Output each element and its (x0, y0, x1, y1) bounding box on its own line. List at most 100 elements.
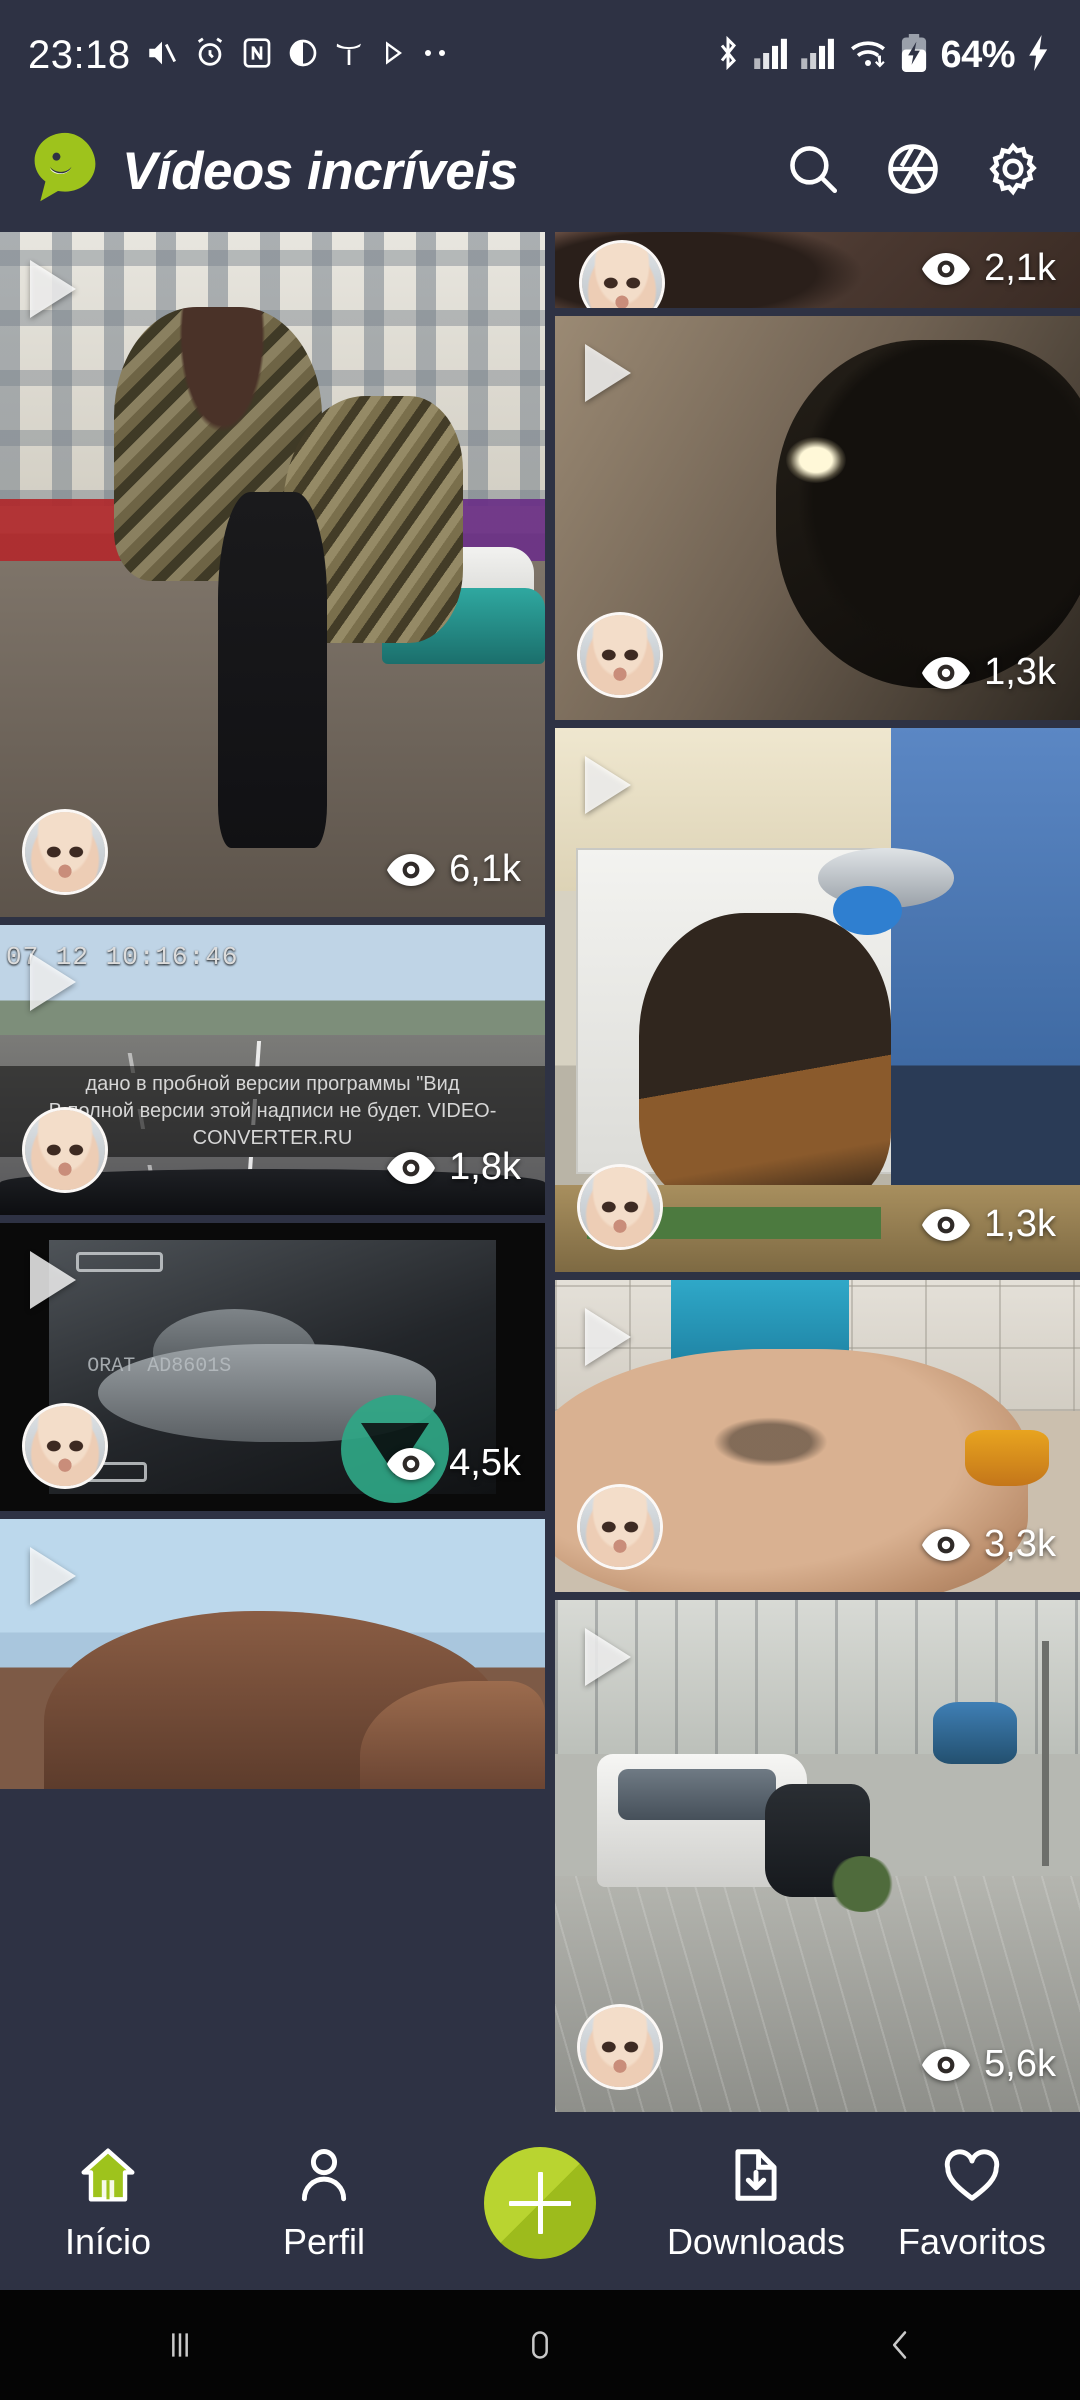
view-count: 1,8k (387, 1146, 521, 1189)
nfc-icon (241, 37, 273, 74)
video-card-dog-bowl[interactable]: 1,3k (555, 728, 1080, 1272)
avatar[interactable] (579, 240, 665, 308)
play-icon[interactable] (585, 756, 631, 814)
view-count-label: 6,1k (449, 848, 521, 890)
chat-bubble-smiley-logo (30, 131, 100, 212)
mute-icon (145, 36, 179, 75)
view-count: 1,3k (922, 651, 1056, 694)
view-count-label: 1,8k (449, 1146, 521, 1188)
page-title: Vídeos incríveis (122, 141, 518, 201)
plus-icon (509, 2172, 571, 2234)
play-icon[interactable] (30, 1547, 76, 1605)
folder-download-icon (725, 2144, 787, 2211)
feed-column-right: 2,1k 1,3k 1,3k 3,3k 5,6k (555, 232, 1080, 2116)
home-button-icon[interactable] (360, 2325, 720, 2365)
person-icon (293, 2144, 355, 2211)
back-icon[interactable] (720, 2325, 1080, 2365)
video-card-dog-dark[interactable]: 1,3k (555, 316, 1080, 720)
avatar[interactable] (22, 1107, 108, 1193)
avatar[interactable] (577, 1484, 663, 1570)
header-actions (784, 140, 1050, 203)
play-icon[interactable] (30, 953, 76, 1011)
eye-icon (387, 1447, 436, 1480)
eye-icon (922, 252, 971, 285)
play-icon[interactable] (585, 344, 631, 402)
charging-bolt-icon (1026, 34, 1052, 76)
avatar[interactable] (577, 2004, 663, 2090)
recents-icon[interactable] (0, 2325, 360, 2365)
view-count-label: 2,1k (984, 247, 1056, 289)
video-card-skin-tiles[interactable]: 3,3k (555, 1280, 1080, 1592)
video-card-dashcam-highway[interactable]: 07 12 10:16:46 дано в пробной версии про… (0, 925, 545, 1215)
view-count-label: 1,3k (984, 651, 1056, 693)
feed-column-left: 6,1k 07 12 10:16:46 дано в пробной верси… (0, 232, 545, 2116)
play-icon[interactable] (585, 1308, 631, 1366)
phone-screen: 23:18 64% Vídeos incríveis 6,1k 07 12 10… (0, 0, 1080, 2400)
video-feed[interactable]: 6,1k 07 12 10:16:46 дано в пробной верси… (0, 232, 1080, 2116)
avatar[interactable] (577, 1164, 663, 1250)
sidebar-item-favoritos[interactable]: Favoritos (864, 2144, 1080, 2263)
alarm-icon (193, 36, 227, 75)
more-icons (421, 46, 451, 64)
play-store-icon (379, 39, 407, 72)
sidebar-item-label: Downloads (666, 2220, 846, 2262)
add-video-button[interactable] (484, 2147, 596, 2259)
eye-icon (387, 1151, 436, 1184)
view-count: 3,3k (922, 1523, 1056, 1566)
play-icon[interactable] (30, 1251, 76, 1309)
view-count: 6,1k (387, 848, 521, 891)
view-count-label: 4,5k (449, 1442, 521, 1484)
watermark-line-1: дано в пробной версии программы "Вид (85, 1073, 460, 1095)
home-icon (77, 2144, 139, 2211)
app-header: Vídeos incríveis (0, 110, 1080, 232)
avatar[interactable] (22, 1403, 108, 1489)
heart-icon (941, 2144, 1003, 2211)
gear-icon[interactable] (984, 140, 1042, 203)
video-card-brown-rock[interactable]: 2,1k (555, 232, 1080, 308)
avatar[interactable] (577, 612, 663, 698)
video-card-street-crash[interactable]: 5,6k (555, 1600, 1080, 2112)
view-count-label: 1,3k (984, 1203, 1056, 1245)
play-icon[interactable] (30, 260, 76, 318)
view-count: 2,1k (922, 247, 1056, 290)
sidebar-item-label: Início (64, 2220, 152, 2262)
eye-icon (922, 656, 971, 689)
eye-icon (387, 853, 436, 886)
bottom-navigation: Início Perfil Downloads Favoritos (0, 2116, 1080, 2290)
video-card-desert-mountain[interactable] (0, 1519, 545, 1789)
battery-percent-label: 64% (940, 33, 1015, 76)
ir-overlay-text: ORAT AD8601S (87, 1355, 232, 1379)
eye-icon (922, 1208, 971, 1241)
video-card-night-ir[interactable]: ORAT AD8601S 4,5k (0, 1223, 545, 1511)
aperture-icon[interactable] (884, 140, 942, 203)
wifi-icon (848, 36, 888, 75)
view-count-label: 5,6k (984, 2043, 1056, 2085)
status-clock: 23:18 (28, 32, 131, 77)
eye-icon (922, 2048, 971, 2081)
play-icon[interactable] (585, 1628, 631, 1686)
video-card-street-fight[interactable]: 6,1k (0, 232, 545, 917)
sidebar-item-inicio[interactable]: Início (0, 2144, 216, 2263)
search-icon[interactable] (784, 140, 842, 203)
status-bar: 23:18 64% (0, 0, 1080, 110)
sidebar-item-label: Favoritos (897, 2220, 1047, 2262)
battery-charging-icon (899, 33, 929, 77)
sidebar-item-perfil[interactable]: Perfil (216, 2144, 432, 2263)
view-count-label: 3,3k (984, 1523, 1056, 1565)
fab-wrapper (432, 2147, 648, 2259)
signal-sim2-icon (801, 37, 837, 74)
sidebar-item-downloads[interactable]: Downloads (648, 2144, 864, 2263)
tesla-icon (333, 37, 365, 74)
view-count: 4,5k (387, 1442, 521, 1485)
avatar[interactable] (22, 809, 108, 895)
sidebar-item-label: Perfil (282, 2220, 366, 2262)
view-count: 5,6k (922, 2043, 1056, 2086)
eye-icon (922, 1528, 971, 1561)
android-navigation-bar (0, 2290, 1080, 2400)
status-bar-left: 23:18 (28, 33, 451, 78)
bluetooth-icon (713, 35, 743, 76)
view-count: 1,3k (922, 1203, 1056, 1246)
thumbnail-image (0, 1519, 545, 1789)
status-bar-right: 64% (713, 33, 1052, 77)
brand: Vídeos incríveis (30, 131, 518, 212)
